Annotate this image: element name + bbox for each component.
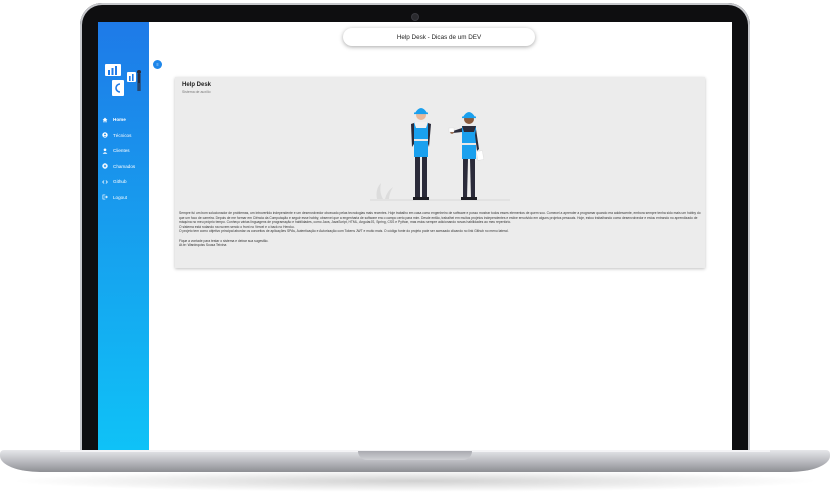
person-icon xyxy=(102,148,108,154)
card-title: Help Desk xyxy=(182,82,212,88)
ticket-icon xyxy=(102,163,108,169)
home-card: Help Desk Sistema de auxílio Sempre fui … xyxy=(175,77,705,268)
person-circle-icon xyxy=(102,132,108,138)
sidebar-item-github[interactable]: Github xyxy=(102,174,149,190)
sidebar-item-tecnicos[interactable]: Técnicos xyxy=(102,128,149,144)
webcam xyxy=(412,14,418,20)
app-title-bar: Help Desk - Dicas de um DEV xyxy=(343,28,535,46)
logo-icon xyxy=(105,64,141,96)
sidebar-item-chamados[interactable]: Chamados xyxy=(102,159,149,175)
laptop-notch xyxy=(358,451,472,460)
menu-toggle-button[interactable]: ≡ xyxy=(153,60,162,69)
body-paragraph: Sempre fui um bom solucionador de proble… xyxy=(179,211,701,225)
sidebar-item-home[interactable]: Home xyxy=(102,112,149,128)
sidebar-nav: Home Técnicos Clientes Chamados Github L… xyxy=(102,112,149,205)
workers-illustration xyxy=(370,108,510,201)
sidebar-item-clientes[interactable]: Clientes xyxy=(102,143,149,159)
sidebar: Home Técnicos Clientes Chamados Github L… xyxy=(98,22,149,450)
sidebar-item-logout[interactable]: Logout xyxy=(102,190,149,206)
app-title: Help Desk - Dicas de um DEV xyxy=(396,33,482,41)
sidebar-item-label: Técnicos xyxy=(113,132,132,138)
sidebar-item-label: Clientes xyxy=(113,148,130,154)
menu-icon: ≡ xyxy=(156,62,159,67)
sidebar-item-label: Chamados xyxy=(113,163,136,169)
signature-line: At.te: Wardnquiss Sousa Teixina xyxy=(179,243,227,248)
card-body: Sempre fui um bom solucionador de proble… xyxy=(179,211,701,248)
logout-icon xyxy=(102,194,108,200)
home-icon xyxy=(102,117,108,123)
code-icon xyxy=(102,179,108,185)
app-screen: Home Técnicos Clientes Chamados Github L… xyxy=(98,22,732,450)
sidebar-item-label: Logout xyxy=(113,194,128,200)
card-subtitle: Sistema de auxílio xyxy=(182,90,211,94)
sidebar-item-label: Github xyxy=(113,179,127,185)
laptop-shadow xyxy=(8,470,822,492)
sidebar-item-label: Home xyxy=(113,117,126,123)
